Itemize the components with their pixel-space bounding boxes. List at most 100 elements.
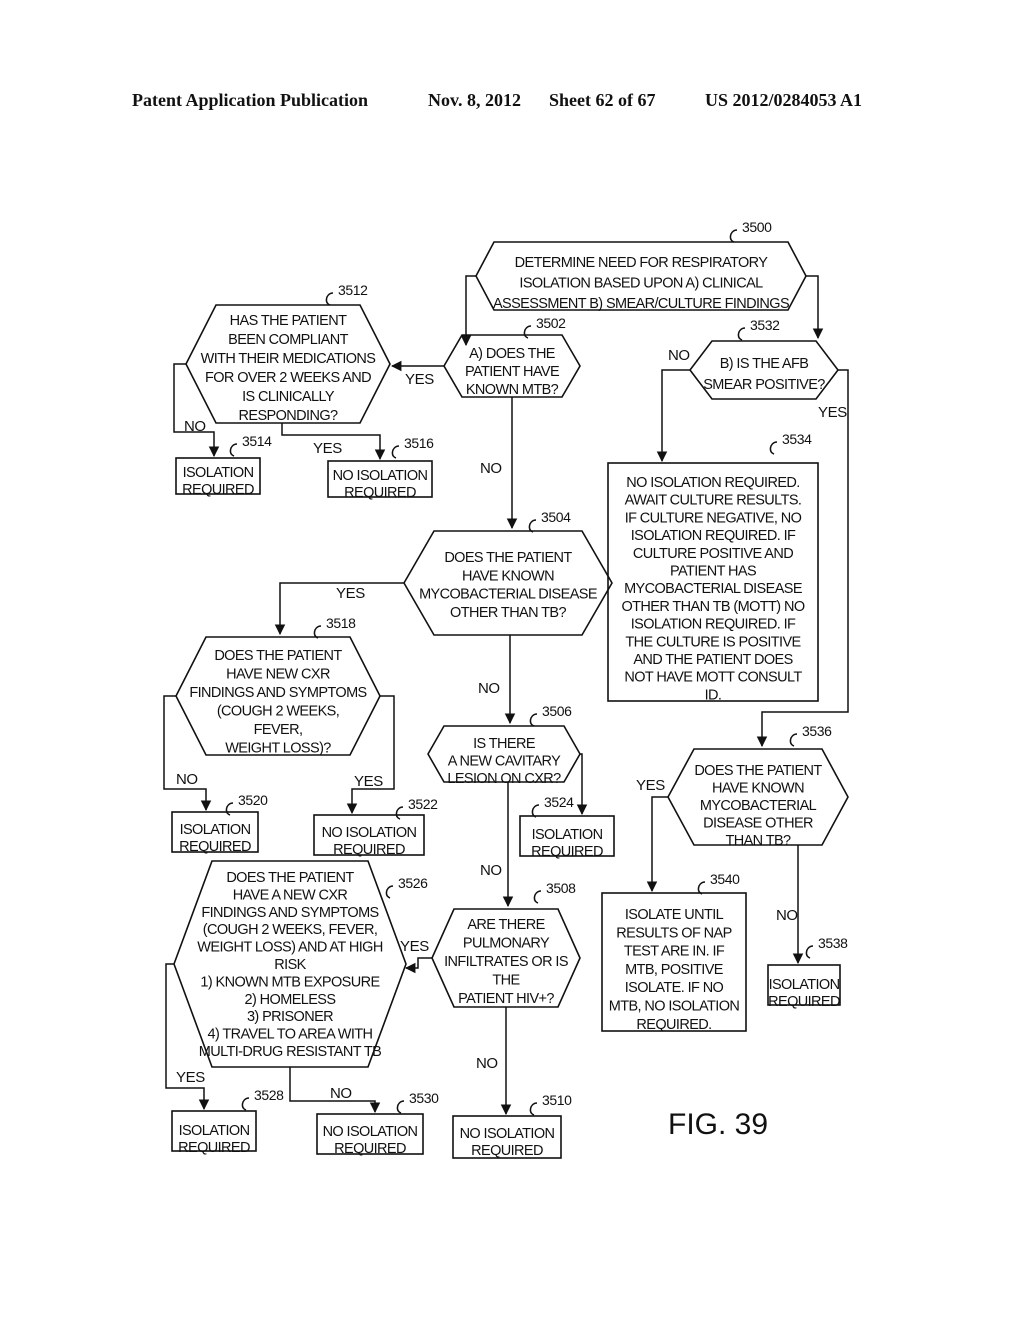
ref-number-3538: 3538 bbox=[818, 935, 848, 951]
ref-number-3502: 3502 bbox=[536, 315, 566, 331]
node-text-line: IS CLINICALLY bbox=[242, 389, 335, 405]
node-text-line: DETERMINE NEED FOR RESPIRATORY bbox=[515, 255, 769, 271]
process-box-3516: NO ISOLATIONREQUIRED 3516 bbox=[327, 435, 435, 501]
ref-number-3508: 3508 bbox=[546, 880, 576, 896]
node-text-line: 4) TRAVEL TO AREA WITH bbox=[208, 1027, 373, 1043]
edge-label-yes-3512: YES bbox=[313, 440, 342, 457]
ref-number-3500: 3500 bbox=[742, 219, 772, 235]
edge-label-yes-3536: YES bbox=[636, 777, 665, 794]
ref-number-3534: 3534 bbox=[782, 431, 812, 447]
node-text-line: WITH THEIR MEDICATIONS bbox=[201, 351, 376, 367]
decision-hexagon-3526: DOES THE PATIENTHAVE A NEW CXR FINDINGS A… bbox=[173, 860, 429, 1068]
node-text-line: FINDINGS AND SYMPTOMS bbox=[201, 905, 378, 921]
process-box-3524: ISOLATIONREQUIRED 3524 bbox=[519, 794, 615, 860]
decision-hexagon-3506: IS THERE A NEW CAVITARYLESION ON CXR? 3506 bbox=[427, 703, 581, 787]
ref-number-3530: 3530 bbox=[409, 1090, 439, 1106]
node-text-line: WEIGHT LOSS)? bbox=[225, 741, 331, 757]
node-text-line: ISOLATE. IF NO bbox=[625, 980, 724, 996]
node-text-line: NO ISOLATION bbox=[323, 1124, 418, 1140]
decision-hexagon-3512: HAS THE PATIENT BEEN COMPLIANT WITH THEIR … bbox=[185, 282, 391, 424]
node-text-line: ISOLATE UNTIL bbox=[625, 907, 724, 923]
node-text-line: ISOLATION bbox=[532, 827, 603, 843]
node-text-line: NO ISOLATION bbox=[333, 468, 428, 484]
node-text-line: MTB, NO ISOLATION bbox=[609, 999, 740, 1015]
node-text-line: RISK bbox=[274, 957, 306, 973]
ref-number-3516: 3516 bbox=[404, 435, 434, 451]
node-text-line: IF CULTURE NEGATIVE, NO bbox=[625, 510, 802, 526]
figure-label: FIG. 39 bbox=[668, 1108, 768, 1141]
edge-label-no-3512: NO bbox=[184, 418, 206, 435]
node-text-line: DISEASE OTHER bbox=[703, 816, 813, 832]
process-box-3534: NO ISOLATION REQUIRED. AWAIT CULTURE RESU… bbox=[607, 431, 819, 703]
ref-number-3536: 3536 bbox=[802, 723, 832, 739]
decision-hexagon-3518: DOES THE PATIENT HAVE NEW CXR FINDINGS AND… bbox=[175, 615, 381, 757]
node-text-line: ISOLATION REQUIRED. IF bbox=[631, 617, 796, 633]
connector-3506-3524 bbox=[576, 753, 588, 816]
node-text-line: DOES THE PATIENT bbox=[214, 648, 342, 664]
ref-number-3514: 3514 bbox=[242, 433, 272, 449]
node-text-line: 2) HOMELESS bbox=[245, 992, 336, 1008]
node-text-line: AND THE PATIENT DOES bbox=[633, 652, 792, 668]
node-text-line: BEEN COMPLIANT bbox=[228, 332, 348, 348]
ref-leader bbox=[395, 806, 404, 820]
process-box-3510: NO ISOLATIONREQUIRED 3510 bbox=[452, 1092, 573, 1159]
ref-number-3532: 3532 bbox=[750, 317, 780, 333]
node-text-line: REQUIRED bbox=[471, 1143, 543, 1159]
edge-label-yes-3518: YES bbox=[354, 773, 383, 790]
decision-hexagon-3536: DOES THE PATIENT HAVE KNOWNMYCOBACTERIAL D… bbox=[667, 723, 849, 849]
node-text-line: NO ISOLATION REQUIRED. bbox=[626, 475, 799, 491]
node-text-line: REQUIRED bbox=[179, 839, 251, 855]
ref-number-3524: 3524 bbox=[544, 794, 574, 810]
node-text-line: B) IS THE AFB bbox=[720, 356, 809, 372]
node-text-line: REQUIRED. bbox=[636, 1017, 711, 1033]
ref-leader bbox=[325, 292, 334, 306]
ref-number-3510: 3510 bbox=[542, 1092, 572, 1108]
connector-3536-3540 bbox=[646, 796, 668, 893]
ref-leader bbox=[225, 802, 234, 816]
process-box-3520: ISOLATIONREQUIRED 3520 bbox=[171, 792, 269, 855]
node-text-line: FEVER, bbox=[254, 722, 303, 738]
node-text-line: NOT HAVE MOTT CONSULT bbox=[624, 670, 802, 686]
ref-leader bbox=[396, 1100, 405, 1114]
node-text-line: DOES THE PATIENT bbox=[444, 550, 572, 566]
node-text-line: ISOLATION bbox=[179, 1123, 250, 1139]
ref-leader bbox=[391, 445, 400, 459]
ref-number-3504: 3504 bbox=[541, 509, 571, 525]
node-text-line: ASSESSMENT B) SMEAR/CULTURE FINDINGS bbox=[493, 296, 789, 312]
node-text-line: OTHER THAN TB (MOTT) NO bbox=[621, 599, 804, 615]
edge-label-no-3536: NO bbox=[776, 907, 798, 924]
connector-3500-3532 bbox=[806, 275, 824, 340]
node-text-line: MYCOBACTERIAL DISEASE bbox=[419, 587, 598, 603]
node-text-line: HAVE NEW CXR bbox=[226, 667, 330, 683]
decision-hexagon-3508: ARE THERE PULMONARY INFILTRATES OR IS THE PA… bbox=[431, 880, 581, 1008]
connector-3508-3526 bbox=[404, 957, 432, 974]
node-text-line: KNOWN MTB? bbox=[466, 382, 559, 398]
edge-label-yes-3526: YES bbox=[176, 1069, 205, 1086]
node-text-line: PATIENT HIV+? bbox=[458, 991, 554, 1007]
node-text-line: IS THERE bbox=[473, 736, 536, 752]
node-text-line: DOES THE PATIENT bbox=[694, 763, 822, 779]
ref-leader bbox=[805, 945, 814, 959]
node-text-line: A) DOES THE bbox=[469, 346, 556, 362]
edge-label-no-3532: NO bbox=[668, 347, 690, 364]
ref-number-3540: 3540 bbox=[710, 871, 740, 887]
node-text-line: 3) PRISONER bbox=[247, 1009, 333, 1025]
process-box-3514: ISOLATIONREQUIRED 3514 bbox=[175, 433, 273, 498]
node-text-line: ISOLATION bbox=[769, 977, 840, 993]
decision-hexagon-3504: DOES THE PATIENT HAVE KNOWN MYCOBACTERIAL … bbox=[403, 509, 613, 636]
node-text-line: RESPONDING? bbox=[239, 408, 338, 424]
node-text-line: SMEAR POSITIVE? bbox=[703, 377, 825, 393]
edge-label-no-3506: NO bbox=[480, 862, 502, 879]
ref-leader bbox=[529, 713, 538, 727]
process-box-3528: ISOLATIONREQUIRED 3528 bbox=[171, 1087, 285, 1156]
ref-number-3512: 3512 bbox=[338, 282, 368, 298]
ref-number-3528: 3528 bbox=[254, 1087, 284, 1103]
node-text-line: 1) KNOWN MTB EXPOSURE bbox=[200, 974, 380, 990]
node-text-line: HAS THE PATIENT bbox=[230, 313, 347, 329]
node-text-line: DOES THE PATIENT bbox=[226, 870, 354, 886]
edge-label-no-3502: NO bbox=[480, 460, 502, 477]
ref-number-3518: 3518 bbox=[326, 615, 356, 631]
node-text-line: MYCOBACTERIAL DISEASE bbox=[624, 581, 803, 597]
node-text-line: RESULTS OF NAP bbox=[616, 925, 731, 941]
edge-label-no-3508: NO bbox=[476, 1055, 498, 1072]
